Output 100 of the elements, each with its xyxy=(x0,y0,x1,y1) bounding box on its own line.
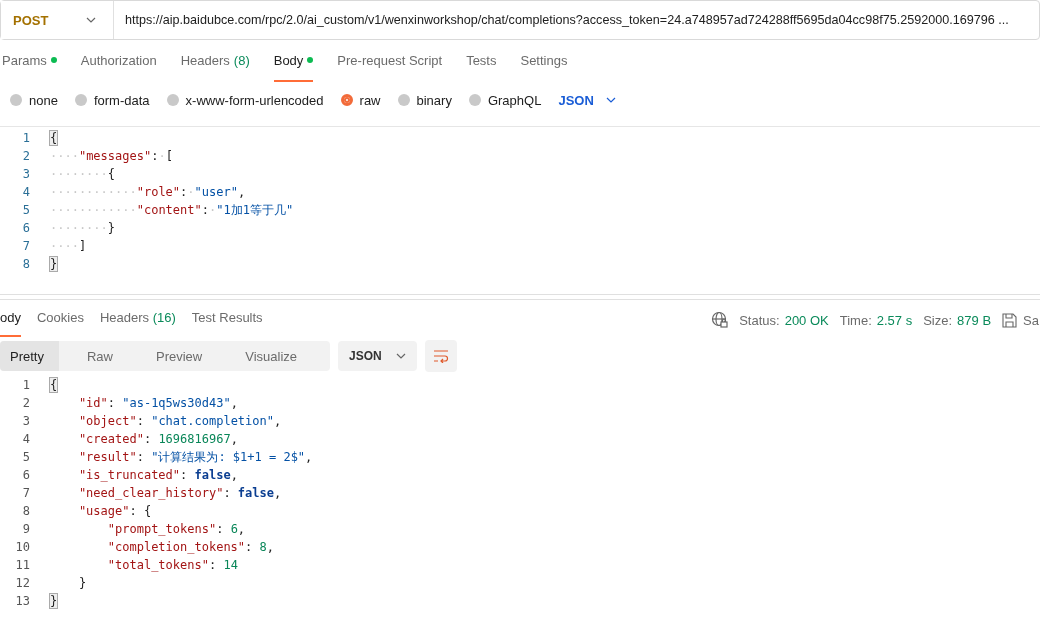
json-key: "object" xyxy=(50,414,137,428)
view-mode-tab[interactable]: Raw xyxy=(76,341,128,371)
response-tab[interactable]: Test Results xyxy=(191,303,263,337)
whitespace-marker: ········ xyxy=(50,167,108,181)
whitespace-marker: ········ xyxy=(50,221,108,235)
punctuation: : xyxy=(180,468,189,482)
line-number: 1 xyxy=(21,378,30,392)
bracket: { xyxy=(50,131,58,145)
json-key: "created" xyxy=(50,432,144,446)
format-dropdown[interactable]: JSON xyxy=(558,92,616,108)
whitespace-marker: ···· xyxy=(50,239,79,253)
json-key: "completion_tokens" xyxy=(50,540,246,554)
bracket: } xyxy=(50,594,58,608)
line-number: 4 xyxy=(21,432,30,446)
line-number: 9 xyxy=(21,522,30,536)
json-key: "result" xyxy=(50,450,137,464)
punctuation: , xyxy=(305,450,313,464)
json-key: "total_tokens" xyxy=(50,558,209,572)
line-number: 5 xyxy=(21,450,30,464)
radio-option[interactable]: none xyxy=(10,92,58,108)
punctuation: , xyxy=(230,432,238,446)
punctuation: : xyxy=(151,149,159,163)
request-tab[interactable]: Body xyxy=(273,40,314,82)
meta-label: Time: xyxy=(839,312,872,328)
punctuation: : xyxy=(136,450,145,464)
string-value: "user" xyxy=(194,185,238,199)
number-value: 6 xyxy=(230,522,238,536)
save-button[interactable]: Sa xyxy=(1002,312,1039,328)
punctuation: : xyxy=(180,185,188,199)
punctuation: { xyxy=(107,167,116,181)
line-number: 8 xyxy=(21,504,30,518)
line-number: 1 xyxy=(21,131,30,145)
punctuation: [ xyxy=(165,149,173,163)
punctuation: , xyxy=(273,486,282,500)
radio-option[interactable]: raw xyxy=(340,92,381,108)
view-mode-tab[interactable]: Pretty xyxy=(0,341,59,371)
line-number: 6 xyxy=(21,221,30,235)
line-number: 3 xyxy=(21,167,30,181)
number-value: 1696816967 xyxy=(158,432,231,446)
json-key: "usage" xyxy=(50,504,130,518)
line-number: 2 xyxy=(21,396,30,410)
radio-option[interactable]: x-www-form-urlencoded xyxy=(166,92,324,108)
view-mode-tab[interactable]: Visualize xyxy=(235,341,313,371)
string-value: "chat.completion" xyxy=(151,414,274,428)
radio-option[interactable]: GraphQL xyxy=(468,92,542,108)
response-tab[interactable]: Cookies xyxy=(36,303,84,337)
method-dropdown[interactable]: POST xyxy=(1,1,114,39)
punctuation: , xyxy=(266,540,274,554)
line-number: 2 xyxy=(21,149,30,163)
json-key: "is_truncated" xyxy=(50,468,181,482)
whitespace-marker: ············ xyxy=(50,203,137,217)
json-key: "id" xyxy=(50,396,108,410)
meta-value: 2.57 s xyxy=(876,312,913,328)
json-key: "messages" xyxy=(78,149,152,163)
request-tab[interactable]: Tests xyxy=(466,40,497,82)
response-tab[interactable]: Headers (16) xyxy=(99,303,176,337)
url-field[interactable]: https://aip.baidubce.com/rpc/2.0/ai_custom/v1/wenxinworkshop/chat/completions?access_token=24.a748957ad724288ff5695da04cc98f75.2592000.169796 ... xyxy=(114,13,1009,27)
meta-value: 879 B xyxy=(957,312,992,328)
punctuation: : xyxy=(216,522,225,536)
meta-value: 200 OK xyxy=(784,312,829,328)
request-tab[interactable]: Headers (8) xyxy=(180,40,250,82)
punctuation: ] xyxy=(78,239,87,253)
punctuation: : xyxy=(208,558,218,572)
response-tab[interactable]: ody xyxy=(0,303,21,337)
bracket: } xyxy=(50,257,58,271)
json-key: "content" xyxy=(136,203,202,217)
meta-label: Size: xyxy=(923,312,953,328)
request-tab[interactable]: Params xyxy=(2,40,57,82)
view-mode-tab[interactable]: Preview xyxy=(146,341,218,371)
line-number: 11 xyxy=(14,558,30,572)
punctuation: : { xyxy=(129,504,152,518)
punctuation: , xyxy=(230,396,238,410)
line-number: 4 xyxy=(21,185,30,199)
punctuation: , xyxy=(274,414,282,428)
globe-lock-icon[interactable] xyxy=(711,311,730,329)
request-tab[interactable]: Settings xyxy=(520,40,568,82)
json-key: "need_clear_history" xyxy=(50,486,224,500)
radio-option[interactable]: binary xyxy=(397,92,452,108)
whitespace-marker: · xyxy=(158,149,166,163)
radio-option[interactable]: form-data xyxy=(74,92,150,108)
json-key: "prompt_tokens" xyxy=(50,522,217,536)
chevron-icon xyxy=(395,353,406,359)
request-tab[interactable]: Pre-request Script xyxy=(337,40,443,82)
number-value: 8 xyxy=(259,540,267,554)
bracket: { xyxy=(50,378,58,392)
line-number: 13 xyxy=(14,594,30,608)
wrap-lines-icon xyxy=(432,349,449,363)
format-dropdown[interactable]: JSON xyxy=(338,341,417,371)
line-number: 5 xyxy=(21,203,30,217)
punctuation: : xyxy=(223,486,232,500)
string-value: "计算结果为: $1+1 = 2$" xyxy=(151,448,306,466)
meta-label: Status: xyxy=(739,312,780,328)
line-number: 12 xyxy=(14,576,30,590)
request-tab[interactable]: Authorization xyxy=(80,40,157,82)
punctuation: : xyxy=(107,396,117,410)
boolean-value: false xyxy=(194,468,231,482)
punctuation: , xyxy=(237,185,246,199)
line-number: 8 xyxy=(21,257,30,271)
chevron-icon xyxy=(86,17,97,23)
line-number: 7 xyxy=(21,486,30,500)
